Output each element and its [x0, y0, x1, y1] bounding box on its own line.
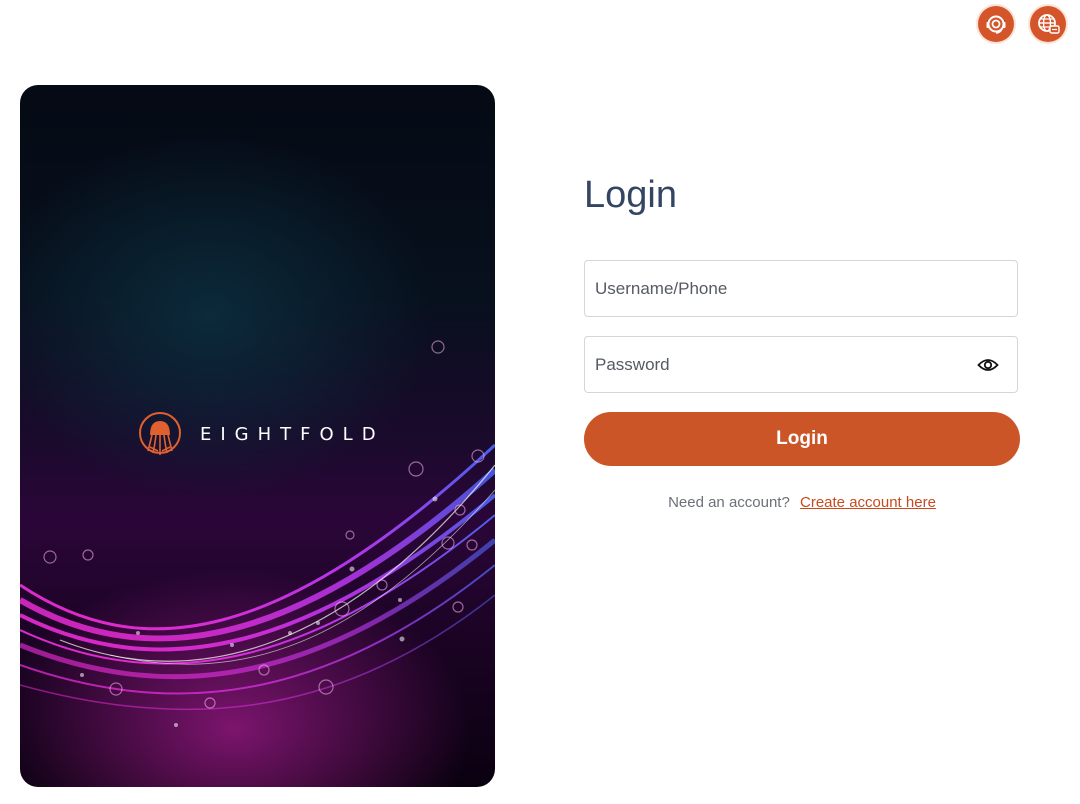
login-button[interactable]: Login	[584, 412, 1020, 466]
support-button[interactable]	[978, 6, 1014, 42]
signup-prompt: Need an account?	[668, 494, 790, 511]
support-headset-icon	[984, 12, 1008, 36]
password-field	[584, 336, 1018, 393]
eye-icon[interactable]	[977, 356, 999, 374]
username-field	[584, 260, 1018, 317]
brand-logo: EIGHTFOLD	[138, 411, 385, 457]
brand-wordmark: EIGHTFOLD	[200, 423, 385, 445]
jellyfish-logo-icon	[138, 411, 182, 457]
hero-banner: EIGHTFOLD	[20, 85, 495, 787]
username-input[interactable]	[585, 261, 1017, 316]
globe-language-icon	[1036, 12, 1060, 36]
page-title: Login	[584, 174, 677, 216]
password-input[interactable]	[585, 337, 1017, 392]
signup-row: Need an account? Create account here	[584, 494, 1020, 511]
language-button[interactable]	[1030, 6, 1066, 42]
create-account-link[interactable]: Create account here	[800, 494, 936, 511]
